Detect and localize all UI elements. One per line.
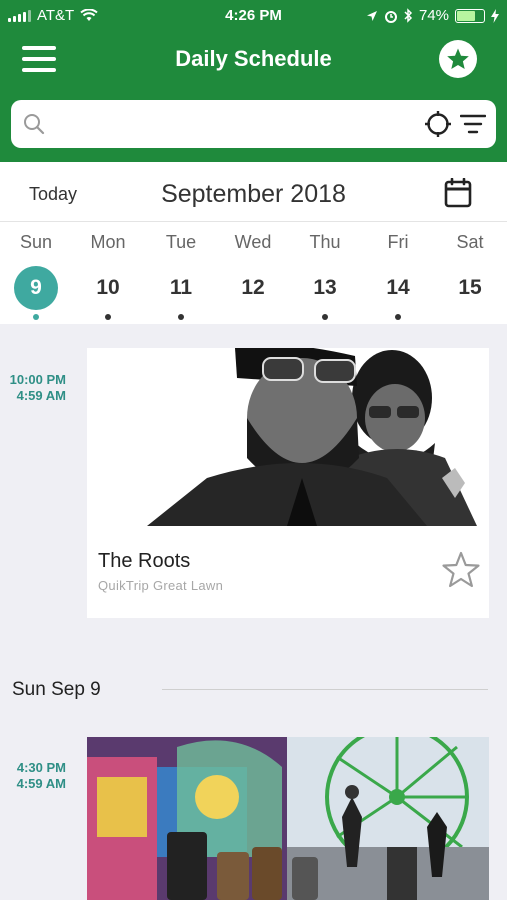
alarm-icon [384,10,397,23]
event-title: The Roots [98,550,191,572]
day-name: Sat [456,232,484,252]
crosshair-locate-icon[interactable] [424,110,452,138]
star-filled-icon [447,48,469,69]
search-icon [24,114,45,135]
app-header: Daily Schedule [0,32,507,88]
day-name: Mon [90,232,126,252]
day-number: 11 [169,276,193,299]
day-name: Wed [234,232,272,252]
month-label: September 2018 [161,180,346,208]
event-dot [178,314,184,320]
day-name: Tue [165,232,197,252]
day-sat[interactable]: Sat 15 [434,222,506,324]
battery-level [457,10,475,21]
day-number: 13 [313,276,337,299]
day-mon[interactable]: Mon 10 [72,222,144,324]
search-box[interactable] [11,100,496,148]
day-wed[interactable]: Wed 12 [217,222,289,324]
charging-icon [491,8,499,23]
star-outline-icon[interactable] [441,551,481,589]
day-thu[interactable]: Thu 13 [289,222,361,324]
battery-percent: 74% [418,7,449,24]
event-card[interactable]: The Roots QuikTrip Great Lawn [87,348,489,618]
day-number: 12 [241,276,265,299]
status-bar: AT&T 4:26 PM 74% [0,0,507,32]
day-tue[interactable]: Tue 11 [145,222,217,324]
day-number: 14 [386,276,410,299]
street-drum-corps-fair-photo [87,737,489,900]
band-portrait-photo [87,348,489,526]
event-dot [395,314,401,320]
bluetooth-icon [404,8,413,23]
favorites-button[interactable] [439,40,477,78]
event-time: 10:00 PM 4:59 AM [2,372,66,404]
month-bar: Today September 2018 [0,162,507,222]
event-end-time: 4:59 AM [16,388,66,403]
day-number: 10 [96,276,120,299]
event-venue: QuikTrip Great Lawn [98,578,224,593]
day-name: Sun [19,232,53,252]
status-right: 74% [366,7,499,24]
location-arrow-icon [366,10,377,21]
event-start-time: 4:30 PM [16,760,66,775]
event-dot [33,314,39,320]
event-start-time: 10:00 PM [9,372,66,387]
search-input[interactable] [55,108,415,140]
battery-icon [455,8,485,23]
day-name: Thu [309,232,341,252]
page-title: Daily Schedule [175,46,332,71]
day-fri[interactable]: Fri 14 [362,222,434,324]
event-dot [105,314,111,320]
day-number: 9 [14,266,58,310]
event-card[interactable] [87,737,489,900]
search-bar-area [0,88,507,162]
day-sun[interactable]: Sun 9 [0,222,72,324]
section-divider [162,689,488,690]
day-name: Fri [387,232,409,252]
event-time: 4:30 PM 4:59 AM [2,760,66,792]
calendar-icon[interactable] [444,178,472,208]
event-dot [322,314,328,320]
date-section-label: Sun Sep 9 [12,679,101,700]
week-strip: Sun 9 Mon 10 Tue 11 Wed 12 Thu 13 Fri 14… [0,222,507,324]
day-number: 15 [458,276,482,299]
event-end-time: 4:59 AM [16,776,66,791]
filter-icon[interactable] [460,113,486,135]
